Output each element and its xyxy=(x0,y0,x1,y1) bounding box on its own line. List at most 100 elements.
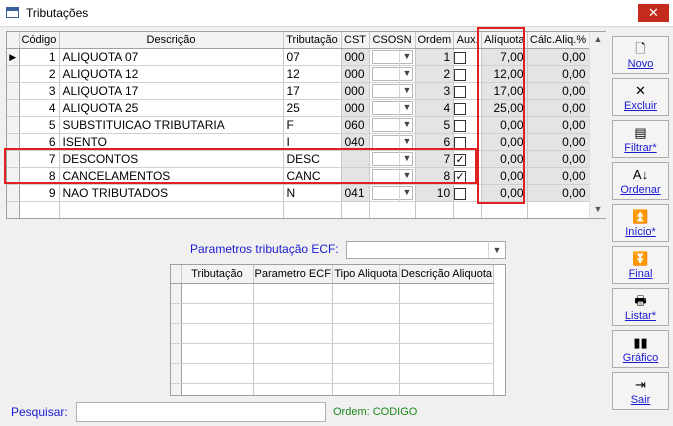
aux-checkbox[interactable] xyxy=(454,51,467,64)
listar-button[interactable]: 🖶 Listar* xyxy=(612,288,669,326)
cell-codigo[interactable]: 5 xyxy=(19,116,60,134)
cell-aliquota[interactable]: 0,00 xyxy=(481,116,528,134)
cell-descricao[interactable]: ALIQUOTA 17 xyxy=(59,82,284,100)
cell-tributacao[interactable]: I xyxy=(283,133,342,151)
chevron-down-icon[interactable]: ▼ xyxy=(398,117,415,133)
row-indicator[interactable]: ▶ xyxy=(7,48,20,66)
cell-aux[interactable] xyxy=(453,65,483,83)
cell-codigo[interactable]: 8 xyxy=(19,167,60,185)
ecf-parameters-grid[interactable]: Tributação Parametro ECF Tipo Aliquota D… xyxy=(170,264,506,396)
col-header-calc-aliq[interactable]: Cálc.Aliq.% xyxy=(527,32,590,49)
ecf-col-tipo[interactable]: Tipo Aliquota xyxy=(332,265,400,284)
cell-ordem[interactable]: 5 xyxy=(415,116,455,134)
cell-codigo[interactable]: 9 xyxy=(19,184,60,202)
scroll-down-arrow-icon[interactable]: ▼ xyxy=(590,204,606,214)
sair-button[interactable]: ⇥ Sair xyxy=(612,372,669,410)
scroll-up-arrow-icon[interactable]: ▲ xyxy=(590,34,606,44)
cell-descricao[interactable]: ALIQUOTA 07 xyxy=(59,48,284,66)
cell-ordem[interactable]: 7 xyxy=(415,150,455,168)
cell-aliquota[interactable]: 0,00 xyxy=(481,184,528,202)
table-row[interactable]: ▶ 1 ALIQUOTA 07 07 000 ▼ 1 7,00 0,00 xyxy=(7,48,590,66)
cell-codigo[interactable]: 6 xyxy=(19,133,60,151)
cell-calc-aliq[interactable]: 0,00 xyxy=(527,65,590,83)
row-indicator[interactable] xyxy=(7,65,20,83)
cell-csosn-dropdown[interactable]: ▼ xyxy=(369,133,416,151)
aux-checkbox[interactable] xyxy=(454,68,467,81)
cell-aliquota[interactable]: 12,00 xyxy=(481,65,528,83)
col-header-cst[interactable]: CST xyxy=(341,32,370,49)
chevron-down-icon[interactable]: ▼ xyxy=(398,83,415,99)
novo-button[interactable]: 🗋 Novo xyxy=(612,36,669,74)
table-row[interactable]: 6 ISENTO I 040 ▼ 6 0,00 0,00 xyxy=(7,133,590,151)
cell-tributacao[interactable]: 07 xyxy=(283,48,342,66)
aux-checkbox[interactable]: ✓ xyxy=(454,153,467,166)
col-header-ordem[interactable]: Ordem xyxy=(415,32,455,49)
cell-cst[interactable]: 000 xyxy=(341,99,370,117)
cell-csosn-dropdown[interactable]: ▼ xyxy=(369,167,416,185)
cell-codigo[interactable]: 2 xyxy=(19,65,60,83)
row-indicator[interactable] xyxy=(7,150,20,168)
filtrar-button[interactable]: ▤ Filtrar* xyxy=(612,120,669,158)
col-header-codigo[interactable]: Código xyxy=(19,32,60,49)
cell-csosn-dropdown[interactable]: ▼ xyxy=(369,99,416,117)
aux-checkbox[interactable] xyxy=(454,187,467,200)
cell-tributacao[interactable]: 12 xyxy=(283,65,342,83)
cell-ordem[interactable]: 8 xyxy=(415,167,455,185)
cell-aliquota[interactable]: 0,00 xyxy=(481,150,528,168)
row-indicator[interactable] xyxy=(7,184,20,202)
chevron-down-icon[interactable]: ▼ xyxy=(398,49,415,65)
chevron-down-icon[interactable]: ▼ xyxy=(398,134,415,150)
cell-tributacao[interactable]: CANC xyxy=(283,167,342,185)
cell-cst[interactable]: 060 xyxy=(341,116,370,134)
cell-descricao[interactable]: NAO TRIBUTADOS xyxy=(59,184,284,202)
cell-csosn-dropdown[interactable]: ▼ xyxy=(369,65,416,83)
chevron-down-icon[interactable]: ▼ xyxy=(398,100,415,116)
row-indicator[interactable] xyxy=(7,133,20,151)
ecf-col-descricao[interactable]: Descrição Aliquota xyxy=(399,265,495,284)
cell-csosn-dropdown[interactable]: ▼ xyxy=(369,116,416,134)
cell-codigo[interactable]: 1 xyxy=(19,48,60,66)
cell-tributacao[interactable]: 25 xyxy=(283,99,342,117)
table-row[interactable]: 7 DESCONTOS DESC ▼ 7 ✓ 0,00 0,00 xyxy=(7,150,590,168)
cell-codigo[interactable]: 7 xyxy=(19,150,60,168)
table-row[interactable]: 2 ALIQUOTA 12 12 000 ▼ 2 12,00 0,00 xyxy=(7,65,590,83)
table-row[interactable]: 8 CANCELAMENTOS CANC ▼ 8 ✓ 0,00 0,00 xyxy=(7,167,590,185)
search-input[interactable] xyxy=(76,402,326,422)
col-header-tributacao[interactable]: Tributação xyxy=(283,32,342,49)
cell-descricao[interactable]: SUBSTITUICAO TRIBUTARIA xyxy=(59,116,284,134)
chevron-down-icon[interactable]: ▼ xyxy=(398,151,415,167)
cell-tributacao[interactable]: DESC xyxy=(283,150,342,168)
aux-checkbox[interactable] xyxy=(454,119,467,132)
col-header-csosn[interactable]: CSOSN xyxy=(369,32,416,49)
cell-aliquota[interactable]: 0,00 xyxy=(481,167,528,185)
aux-checkbox[interactable] xyxy=(454,136,467,149)
cell-ordem[interactable]: 6 xyxy=(415,133,455,151)
cell-aliquota[interactable]: 0,00 xyxy=(481,133,528,151)
ecf-col-tributacao[interactable]: Tributação xyxy=(181,265,254,284)
ecf-parameters-dropdown[interactable]: ▼ xyxy=(346,241,506,259)
cell-calc-aliq[interactable]: 0,00 xyxy=(527,48,590,66)
aux-checkbox[interactable] xyxy=(454,102,467,115)
table-row[interactable]: 9 NAO TRIBUTADOS N 041 ▼ 10 0,00 0,00 xyxy=(7,184,590,202)
ordenar-button[interactable]: A↓ Ordenar xyxy=(612,162,669,200)
table-row[interactable]: 4 ALIQUOTA 25 25 000 ▼ 4 25,00 0,00 xyxy=(7,99,590,117)
cell-codigo[interactable]: 4 xyxy=(19,99,60,117)
col-header-aux[interactable]: Aux. xyxy=(453,32,483,49)
close-button[interactable]: ✕ xyxy=(638,4,669,22)
row-indicator[interactable] xyxy=(7,167,20,185)
cell-aliquota[interactable]: 7,00 xyxy=(481,48,528,66)
cell-cst[interactable]: 000 xyxy=(341,48,370,66)
col-header-descricao[interactable]: Descrição xyxy=(59,32,284,49)
cell-calc-aliq[interactable]: 0,00 xyxy=(527,99,590,117)
cell-calc-aliq[interactable]: 0,00 xyxy=(527,82,590,100)
table-row[interactable]: 3 ALIQUOTA 17 17 000 ▼ 3 17,00 0,00 xyxy=(7,82,590,100)
chevron-down-icon[interactable]: ▼ xyxy=(398,168,415,184)
cell-csosn-dropdown[interactable]: ▼ xyxy=(369,82,416,100)
cell-aux[interactable] xyxy=(453,133,483,151)
cell-csosn-dropdown[interactable]: ▼ xyxy=(369,184,416,202)
cell-aux[interactable]: ✓ xyxy=(453,150,483,168)
cell-calc-aliq[interactable]: 0,00 xyxy=(527,167,590,185)
row-indicator[interactable] xyxy=(7,82,20,100)
cell-cst[interactable] xyxy=(341,167,370,185)
cell-csosn-dropdown[interactable]: ▼ xyxy=(369,150,416,168)
